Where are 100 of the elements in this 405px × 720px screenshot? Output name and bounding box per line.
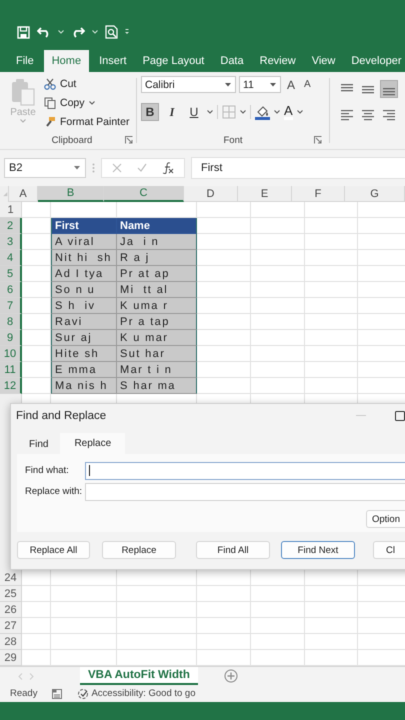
cut-button[interactable]: Cut bbox=[60, 78, 76, 90]
font-color-button[interactable]: A bbox=[284, 104, 293, 120]
input-field[interactable] bbox=[85, 462, 405, 480]
ribbon-tab[interactable]: Insert bbox=[91, 50, 135, 72]
dialog-tab[interactable]: Find bbox=[17, 435, 60, 454]
caret-icon[interactable] bbox=[88, 101, 95, 105]
field-label: Find what: bbox=[25, 465, 70, 476]
font-name-field[interactable]: Calibri bbox=[141, 76, 236, 93]
accessibility-status[interactable]: Accessibility: Good to go bbox=[77, 688, 196, 700]
row-header[interactable]: 26 bbox=[0, 602, 22, 618]
row-header[interactable]: 12 bbox=[0, 378, 22, 394]
table-cell[interactable]: R a j bbox=[117, 250, 197, 266]
fill-color-icon[interactable] bbox=[255, 104, 270, 120]
customize-icon[interactable] bbox=[125, 29, 129, 35]
dialog-button[interactable]: Find All bbox=[196, 541, 270, 559]
row-header[interactable]: 5 bbox=[0, 266, 22, 282]
row-header[interactable]: 24 bbox=[0, 570, 22, 586]
table-cell[interactable]: S h iv bbox=[51, 298, 117, 314]
row-header[interactable]: 6 bbox=[0, 282, 22, 298]
column-header[interactable]: C bbox=[104, 186, 184, 202]
table-header-cell[interactable]: Name bbox=[117, 218, 197, 234]
column-header[interactable]: F bbox=[292, 186, 345, 202]
row-header[interactable]: 29 bbox=[0, 650, 22, 666]
caret-icon bbox=[296, 110, 303, 114]
italic-button[interactable]: I bbox=[163, 103, 181, 121]
row-header[interactable]: 10 bbox=[0, 346, 22, 362]
sheet-tab[interactable]: VBA AutoFit Width bbox=[80, 667, 198, 685]
undo-icon[interactable] bbox=[37, 26, 51, 38]
dialog-launcher-icon[interactable] bbox=[314, 136, 322, 144]
row-header[interactable]: 28 bbox=[0, 634, 22, 650]
row-header[interactable]: 4 bbox=[0, 250, 22, 266]
name-box[interactable]: B2 bbox=[4, 158, 86, 178]
ribbon-tab[interactable]: Developer bbox=[343, 50, 405, 72]
underline-button[interactable]: U bbox=[185, 103, 203, 121]
table-cell[interactable]: So n u bbox=[51, 282, 117, 298]
table-cell[interactable]: Ja i n bbox=[117, 234, 197, 250]
table-cell[interactable]: E mma bbox=[51, 362, 117, 378]
table-cell[interactable]: Mar t i n bbox=[117, 362, 197, 378]
table-cell[interactable]: Pr at ap bbox=[117, 266, 197, 282]
accessibility-icon bbox=[77, 688, 90, 700]
table-cell[interactable]: Sut har bbox=[117, 346, 197, 362]
maximize-icon[interactable] bbox=[395, 411, 405, 421]
table-cell[interactable]: Nit hi sh bbox=[51, 250, 117, 266]
dialog-button[interactable]: Replace All bbox=[17, 541, 90, 559]
save-icon[interactable] bbox=[17, 26, 30, 38]
row-header[interactable]: 7 bbox=[0, 298, 22, 314]
align-bottom-icon[interactable] bbox=[380, 80, 398, 98]
font-size-field[interactable]: 11 bbox=[239, 76, 281, 93]
ribbon-tab[interactable]: Data bbox=[212, 50, 252, 72]
ribbon-tab[interactable]: File bbox=[8, 50, 42, 72]
decrease-font-button[interactable]: A bbox=[301, 79, 314, 90]
insert-function-icon[interactable] bbox=[162, 162, 174, 174]
table-cell[interactable]: S har ma bbox=[117, 378, 197, 394]
row-header[interactable]: 8 bbox=[0, 314, 22, 330]
name-box-value: B2 bbox=[9, 162, 22, 174]
table-cell[interactable]: Hite sh bbox=[51, 346, 117, 362]
redo-icon[interactable] bbox=[71, 26, 85, 38]
table-cell[interactable]: Ravi bbox=[51, 314, 117, 330]
format-painter-button[interactable]: Format Painter bbox=[60, 116, 130, 128]
table-cell[interactable]: Sur aj bbox=[51, 330, 117, 346]
row-header[interactable]: 11 bbox=[0, 362, 22, 378]
ribbon-tab[interactable]: View bbox=[304, 50, 344, 72]
row-header[interactable]: 3 bbox=[0, 234, 22, 250]
dialog-button[interactable]: Replace bbox=[102, 541, 176, 559]
copy-button[interactable]: Copy bbox=[60, 97, 85, 109]
macro-record-icon[interactable] bbox=[52, 688, 62, 698]
table-header-cell[interactable]: First bbox=[51, 218, 117, 234]
bold-button[interactable]: B bbox=[141, 103, 159, 121]
paintbrush-icon bbox=[44, 116, 56, 128]
dialog-button[interactable]: Find Next bbox=[281, 541, 355, 559]
table-cell[interactable]: K u mar bbox=[117, 330, 197, 346]
table-cell[interactable]: Mi tt al bbox=[117, 282, 197, 298]
dialog-launcher-icon[interactable] bbox=[125, 136, 133, 144]
table-cell[interactable]: Pr a tap bbox=[117, 314, 197, 330]
row-header[interactable]: 27 bbox=[0, 618, 22, 634]
increase-font-button[interactable]: A bbox=[284, 78, 298, 92]
table-cell[interactable]: Ad I tya bbox=[51, 266, 117, 282]
input-field[interactable] bbox=[85, 482, 405, 500]
row-header[interactable]: 2 bbox=[0, 218, 22, 234]
table-cell[interactable]: K uma r bbox=[117, 298, 197, 314]
ribbon-tab[interactable]: Home bbox=[44, 50, 90, 72]
print-preview-icon[interactable] bbox=[105, 25, 118, 39]
column-header[interactable]: G bbox=[345, 186, 405, 202]
add-sheet-icon[interactable] bbox=[224, 669, 238, 683]
ribbon-tab[interactable]: Review bbox=[252, 50, 304, 72]
options-button[interactable]: Option bbox=[366, 510, 405, 528]
formula-field[interactable]: First bbox=[191, 157, 405, 179]
dialog-tab[interactable]: Replace bbox=[60, 433, 126, 454]
table-cell[interactable]: A viral bbox=[51, 234, 117, 250]
row-header[interactable]: 25 bbox=[0, 586, 22, 602]
ribbon-tab[interactable]: Page Layout bbox=[134, 50, 212, 72]
column-header[interactable]: D bbox=[184, 186, 238, 202]
copy-icon bbox=[44, 97, 56, 109]
column-header[interactable]: B bbox=[38, 186, 104, 202]
row-header[interactable]: 1 bbox=[0, 202, 22, 218]
row-header[interactable]: 9 bbox=[0, 330, 22, 346]
column-header[interactable]: E bbox=[238, 186, 292, 202]
dialog-button[interactable]: Cl bbox=[373, 541, 405, 559]
column-header[interactable]: A bbox=[9, 186, 38, 202]
table-cell[interactable]: Ma nis h bbox=[51, 378, 117, 394]
